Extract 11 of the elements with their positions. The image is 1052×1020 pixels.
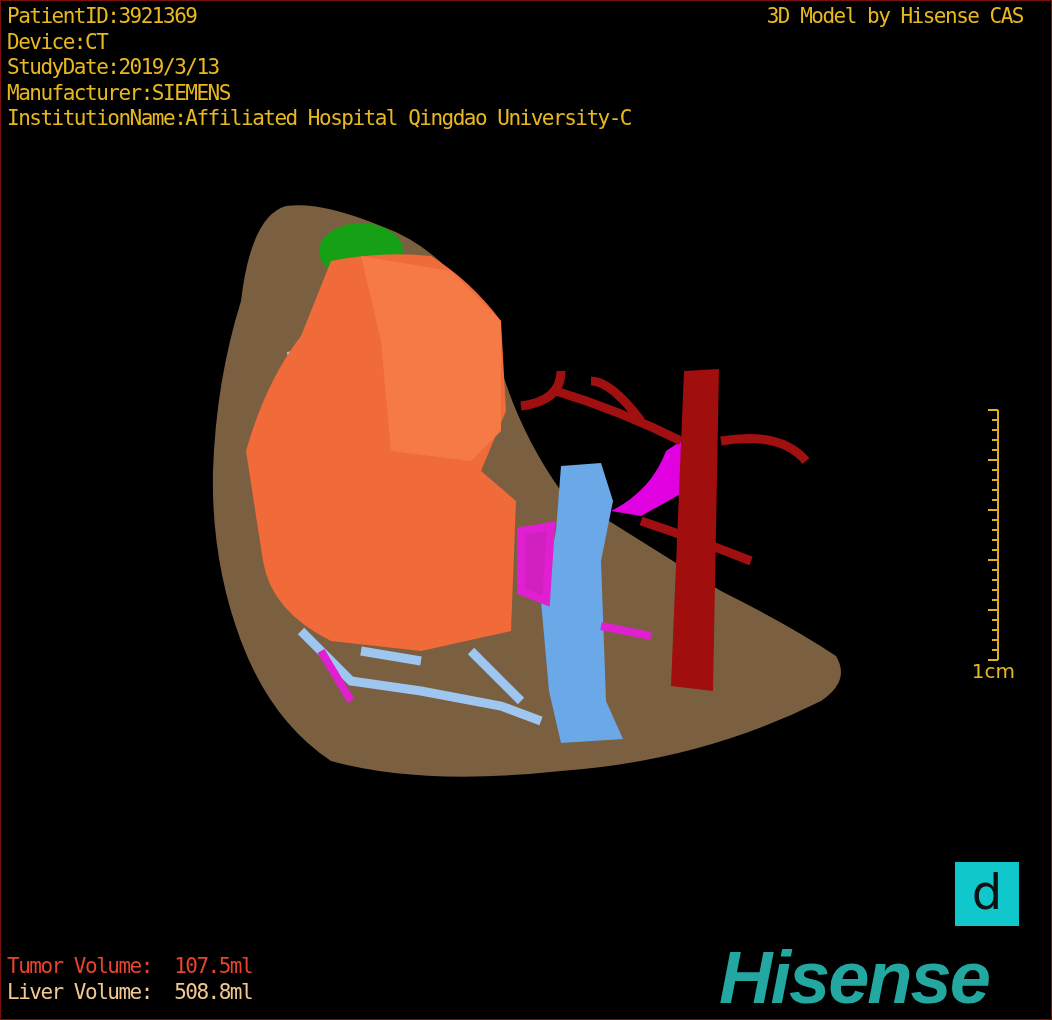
volume-reading: Liver Volume: 508.8ml: [7, 979, 253, 1005]
view-badge[interactable]: d: [955, 862, 1019, 926]
scale-label: 1cm: [971, 659, 1015, 683]
patient-info-text: Manufacturer:SIEMENS: [7, 80, 231, 106]
patient-info-text: Device:CT: [7, 29, 109, 55]
brand-logo: Hisense: [719, 938, 989, 1018]
patient-info-text: InstitutionName:Affiliated Hospital Qingdao University-C: [7, 106, 631, 132]
volume-reading: Tumor Volume: 107.5ml: [7, 953, 253, 979]
model-credit-text: 3D Model by Hisense CAS: [766, 4, 1023, 28]
patient-info-text: PatientID:3921369: [7, 4, 198, 30]
patient-info-text: StudyDate:2019/3/13: [7, 55, 220, 81]
